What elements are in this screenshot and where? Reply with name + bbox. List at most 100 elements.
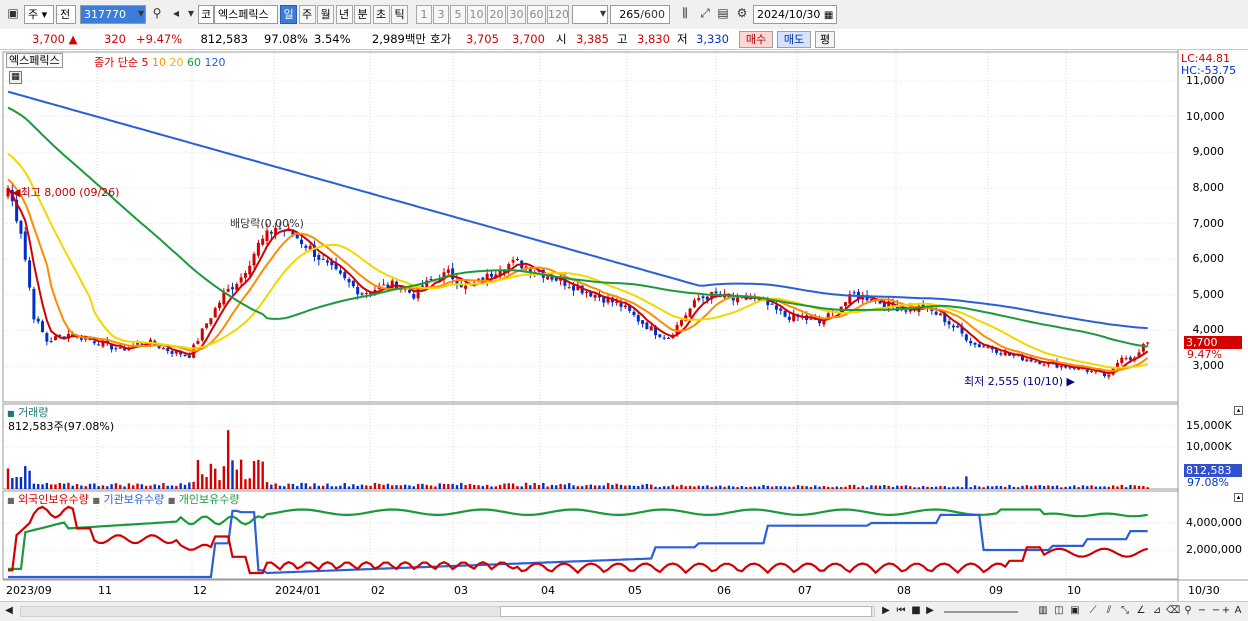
period-tab-0[interactable]: 일 [280, 5, 297, 24]
volume-bar [757, 486, 761, 489]
volume-bar [637, 486, 640, 489]
volume-bar [93, 483, 96, 489]
date-input[interactable]: 2024/10/30 ▦ [753, 5, 837, 24]
period-tab-3[interactable]: 년 [335, 5, 353, 24]
draw-tool-icon[interactable]: ⤢ [696, 5, 714, 24]
volume-bar [201, 474, 204, 489]
volume-bar [1146, 487, 1149, 489]
stock-tag[interactable]: 엑스페릭스 [6, 53, 63, 68]
split-icon[interactable]: ◫ [1052, 604, 1066, 619]
avg-button[interactable]: 평 [815, 31, 835, 48]
volume-bar [1098, 486, 1102, 489]
volume-bar [153, 484, 156, 489]
volume-bar [252, 461, 256, 489]
prev-button[interactable]: 전 [56, 5, 76, 24]
volume-bar [969, 487, 972, 489]
panel-icon[interactable]: ▣ [1068, 604, 1082, 619]
rewind-icon[interactable]: ⏮ [894, 604, 908, 619]
holder-panel-close-icon[interactable]: ▴ [1234, 493, 1243, 502]
multiplier-button-1[interactable]: 1 [416, 5, 432, 24]
volume-bar [559, 483, 562, 489]
stop-icon[interactable]: ■ [910, 604, 922, 619]
zoom-out-icon[interactable]: − [1196, 604, 1208, 619]
multiplier-button-3[interactable]: 3 [433, 5, 449, 24]
save-icon[interactable]: ▤ [714, 5, 732, 24]
volume-bar [693, 486, 696, 489]
period-tab-6[interactable]: 틱 [391, 5, 408, 24]
volume-bar [537, 485, 541, 489]
multiplier-button-120[interactable]: 120 [547, 5, 569, 24]
market-select[interactable]: 주 ▾ [24, 5, 54, 24]
trend-icon[interactable]: ⟋ [1086, 604, 1100, 619]
multiplier-button-60[interactable]: 60 [527, 5, 546, 24]
multiplier-button-30[interactable]: 30 [507, 5, 526, 24]
scroll-right-icon[interactable]: ▶ [880, 604, 892, 619]
period-tab-2[interactable]: 월 [317, 5, 334, 24]
volume-bar [1077, 486, 1080, 489]
gear-icon[interactable]: ⚙ [733, 5, 751, 24]
ruler-icon[interactable]: ⊿ [1150, 604, 1164, 619]
count-input[interactable]: 265/600 [610, 5, 670, 24]
volume-bar [516, 486, 519, 489]
volume-bar [1116, 486, 1119, 489]
volume-bar [822, 485, 826, 489]
holder-legend-item[interactable]: 외국인보유수량 [18, 493, 89, 506]
volume-bar [438, 483, 441, 489]
erase-icon[interactable]: ⌫ [1166, 604, 1180, 619]
x-axis-label: 10 [1067, 584, 1081, 597]
line-tool-icon[interactable]: ⤡ [1118, 604, 1132, 619]
candle-body [1025, 359, 1029, 362]
scroll-thumb[interactable] [500, 606, 872, 617]
speed-slider[interactable] [944, 611, 1018, 613]
play-icon[interactable]: ▶ [924, 604, 936, 619]
ma-legend-10[interactable]: 10 [148, 56, 166, 69]
stock-chart[interactable] [0, 50, 1248, 601]
candle-body [161, 347, 165, 350]
zoom-in-icon[interactable]: + [1220, 604, 1232, 619]
ma-legend-120[interactable]: 120 [201, 56, 225, 69]
candle-body [843, 302, 847, 306]
volume-bar [222, 466, 226, 489]
period-tab-4[interactable]: 분 [354, 5, 371, 24]
multiplier-button-20[interactable]: 20 [487, 5, 506, 24]
volume-bar [714, 486, 718, 489]
volume-bar [451, 483, 454, 489]
holder-legend-item[interactable]: 개인보유수량 [179, 493, 240, 506]
holder-legend-item[interactable]: 기관보유수량 [103, 493, 164, 506]
zoom-search-icon[interactable]: ⚲ [1182, 604, 1194, 619]
volume-panel-close-icon[interactable]: ▴ [1234, 406, 1243, 415]
high-price: 3,830 [637, 32, 670, 46]
search-icon[interactable]: ⚲ [148, 5, 166, 24]
sell-button[interactable]: 매도 [777, 31, 811, 48]
volume-bar [624, 485, 627, 489]
candle-type-icon[interactable]: ⫼ [676, 5, 694, 24]
multiplier-button-10[interactable]: 10 [467, 5, 486, 24]
scroll-left-icon[interactable]: ◀ [3, 604, 15, 619]
ma-legend-60[interactable]: 60 [183, 56, 201, 69]
table-icon[interactable]: ▦ [9, 71, 22, 84]
multiplier-button-5[interactable]: 5 [450, 5, 466, 24]
volume-bar [477, 485, 480, 489]
volume-bar [619, 484, 623, 489]
layout-icon[interactable]: ▥ [1036, 604, 1050, 619]
period-tab-1[interactable]: 주 [298, 5, 316, 24]
volume-bar [688, 485, 692, 489]
candle-body [1090, 371, 1094, 373]
volume-bar [32, 483, 36, 489]
volume-bar [464, 485, 467, 489]
volume-bar [671, 484, 675, 489]
chart-menu-icon[interactable]: ▣ [4, 5, 22, 24]
calendar-icon[interactable]: ▦ [824, 10, 833, 21]
fib-icon[interactable]: ⫽ [1102, 604, 1116, 619]
volume-bar [848, 484, 852, 489]
candle-body [490, 273, 494, 277]
x-axis-label: 08 [897, 584, 911, 597]
volume-bar [179, 483, 182, 489]
period-tab-5[interactable]: 초 [372, 5, 390, 24]
ma-legend-20[interactable]: 20 [166, 56, 183, 69]
angle-tool-icon[interactable]: ∠ [1134, 604, 1148, 619]
candle-body [701, 296, 705, 299]
auto-scale-icon[interactable]: A [1232, 604, 1244, 619]
volume-bar [1111, 485, 1115, 489]
buy-button[interactable]: 매수 [739, 31, 773, 48]
